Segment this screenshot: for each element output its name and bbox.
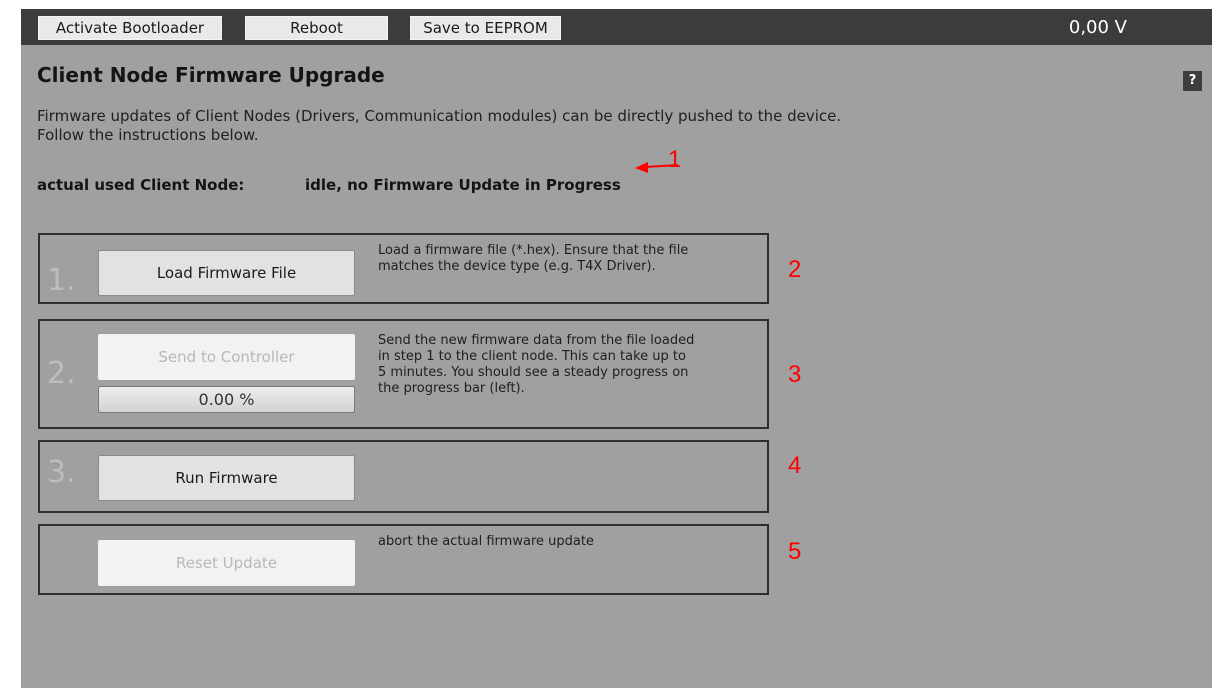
run-firmware-button[interactable]: Run Firmware — [98, 455, 355, 501]
annotation-label-5: 5 — [788, 538, 802, 565]
app-window: Activate Bootloader Reboot Save to EEPRO… — [21, 9, 1212, 688]
reset-update-button[interactable]: Reset Update — [98, 540, 355, 586]
page-description: Firmware updates of Client Nodes (Driver… — [37, 107, 841, 145]
instruction-line: abort the actual firmware update — [378, 534, 594, 549]
voltage-readout: 0,00 V — [1068, 17, 1127, 38]
step-1-panel: 1. Load Firmware File Load a firmware fi… — [38, 233, 769, 304]
activate-bootloader-button[interactable]: Activate Bootloader — [38, 16, 222, 40]
reboot-button[interactable]: Reboot — [245, 16, 388, 40]
send-to-controller-button[interactable]: Send to Controller — [98, 334, 355, 380]
step-number: 1. — [47, 263, 76, 298]
page-title: Client Node Firmware Upgrade — [37, 63, 385, 87]
instruction-line: matches the device type (e.g. T4X Driver… — [378, 259, 656, 274]
progress-percent-label: 0.00 % — [198, 390, 255, 409]
load-firmware-file-button[interactable]: Load Firmware File — [98, 250, 355, 296]
step-3-panel: 3. Run Firmware — [38, 440, 769, 513]
save-to-eeprom-button[interactable]: Save to EEPROM — [410, 16, 561, 40]
step-1-instructions: Load a firmware file (*.hex). Ensure tha… — [378, 243, 688, 275]
client-node-status-value: idle, no Firmware Update in Progress — [305, 176, 621, 194]
annotation-label-3: 3 — [788, 361, 802, 388]
step-2-instructions: Send the new firmware data from the file… — [378, 333, 694, 397]
instruction-line: Send the new firmware data from the file… — [378, 333, 695, 348]
step-number: 2. — [47, 356, 76, 391]
step-2-panel: 2. Send to Controller 0.00 % Send the ne… — [38, 319, 769, 429]
annotation-label-2: 2 — [788, 256, 802, 283]
reset-instructions: abort the actual firmware update — [378, 534, 594, 550]
annotation-label-4: 4 — [788, 452, 802, 479]
step-number: 3. — [47, 455, 76, 490]
help-button[interactable]: ? — [1183, 71, 1202, 91]
instruction-line: in step 1 to the client node. This can t… — [378, 349, 686, 364]
client-node-status-label: actual used Client Node: — [37, 176, 245, 194]
instruction-line: the progress bar (left). — [378, 381, 525, 396]
instruction-line: 5 minutes. You should see a steady progr… — [378, 365, 689, 380]
instruction-line: Load a firmware file (*.hex). Ensure tha… — [378, 243, 689, 258]
description-line: Firmware updates of Client Nodes (Driver… — [37, 107, 842, 125]
reset-update-panel: Reset Update abort the actual firmware u… — [38, 524, 769, 595]
upload-progress-bar: 0.00 % — [98, 386, 355, 413]
toolbar: Activate Bootloader Reboot Save to EEPRO… — [21, 9, 1212, 45]
description-line: Follow the instructions below. — [37, 126, 259, 144]
annotation-label-1: 1 — [668, 146, 682, 173]
